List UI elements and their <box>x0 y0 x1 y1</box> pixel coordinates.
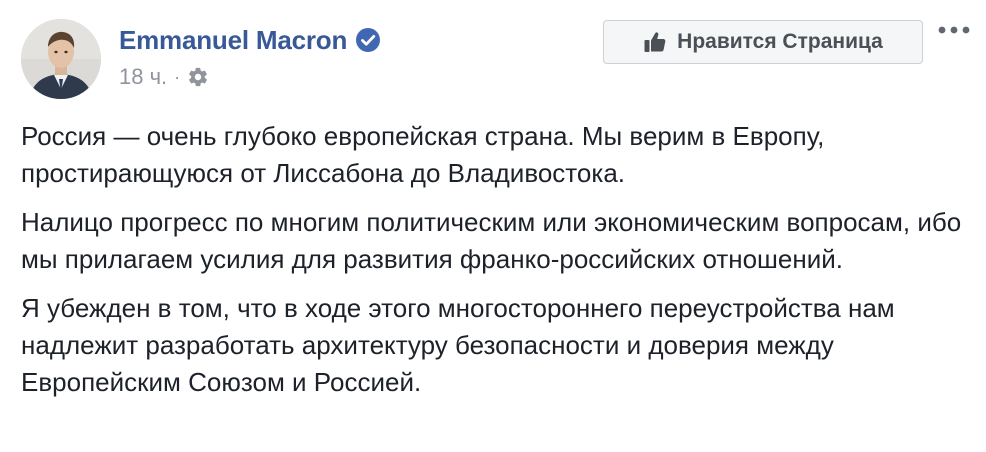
gear-icon[interactable] <box>187 66 209 88</box>
post-paragraph: Я убежден в том, что в ходе этого многос… <box>21 293 895 397</box>
thumbs-up-icon <box>643 30 667 54</box>
post-paragraph: Россия — очень глубоко европейская стран… <box>21 121 825 188</box>
author-name-link[interactable]: Emmanuel Macron <box>119 24 347 56</box>
post-author: Emmanuel Macron <box>119 24 381 56</box>
profile-photo-icon <box>21 19 101 99</box>
post-timestamp[interactable]: 18 ч. <box>119 63 167 91</box>
like-page-button[interactable]: Нравится Страница <box>603 20 923 64</box>
meta-separator: · <box>174 67 181 87</box>
post-meta: 18 ч. · <box>119 63 209 91</box>
more-options-icon <box>938 26 970 34</box>
like-page-label: Нравится Страница <box>677 30 883 53</box>
verified-badge-icon <box>355 27 381 53</box>
avatar[interactable] <box>21 19 101 99</box>
facebook-post: Emmanuel Macron 18 ч. · Нравится Страниц… <box>0 0 986 452</box>
post-paragraph: Налицо прогресс по многим политическим и… <box>21 207 962 274</box>
post-body: Россия — очень глубоко европейская стран… <box>21 118 971 413</box>
more-options-button[interactable] <box>934 18 974 42</box>
